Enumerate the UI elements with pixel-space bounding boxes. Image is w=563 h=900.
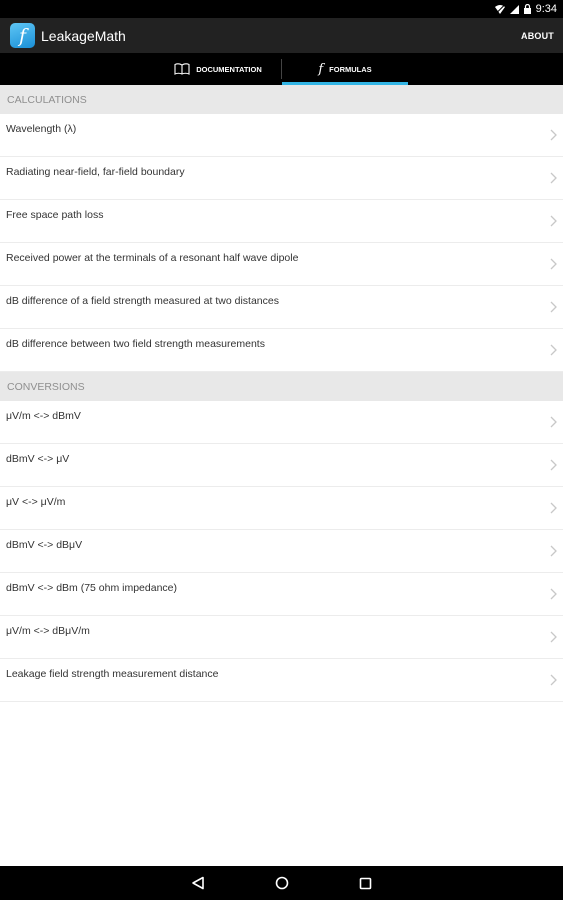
list-item[interactable]: Leakage field strength measurement dista… (0, 659, 563, 702)
list-item[interactable]: Wavelength (λ) (0, 114, 563, 157)
list-item-label: μV <-> μV/m (6, 496, 66, 508)
chevron-right-icon (550, 258, 557, 270)
book-icon (174, 63, 190, 75)
list-item-label: Radiating near-field, far-field boundary (6, 166, 185, 178)
list-item[interactable]: Free space path loss (0, 200, 563, 243)
list-item-label: dBmV <-> dBμV (6, 539, 83, 551)
about-button[interactable]: ABOUT (521, 31, 554, 41)
navigation-bar (0, 866, 563, 900)
wifi-icon (494, 4, 505, 14)
list-item-label: μV/m <-> dBμV/m (6, 625, 90, 637)
app-title: LeakageMath (41, 27, 126, 44)
formula-list: CALCULATIONS Wavelength (λ) Radiating ne… (0, 85, 563, 702)
list-item-label: dBmV <-> μV (6, 453, 70, 465)
list-item-label: Leakage field strength measurement dista… (6, 668, 219, 680)
back-icon[interactable] (191, 876, 205, 890)
section-header-conversions: CONVERSIONS (0, 372, 563, 401)
list-item[interactable]: μV <-> μV/m (0, 487, 563, 530)
list-item[interactable]: Received power at the terminals of a res… (0, 243, 563, 286)
list-item[interactable]: dBmV <-> dBμV (0, 530, 563, 573)
list-item-label: μV/m <-> dBmV (6, 410, 81, 422)
list-item[interactable]: Radiating near-field, far-field boundary (0, 157, 563, 200)
chevron-right-icon (550, 301, 557, 313)
list-item-label: Free space path loss (6, 209, 104, 221)
chevron-right-icon (550, 502, 557, 514)
tab-documentation-label: DOCUMENTATION (196, 64, 262, 74)
recents-icon[interactable] (359, 877, 372, 890)
home-icon[interactable] (275, 876, 289, 890)
chevron-right-icon (550, 674, 557, 686)
chevron-right-icon (550, 631, 557, 643)
lock-icon (523, 4, 531, 14)
chevron-right-icon (550, 129, 557, 141)
section-header-calculations: CALCULATIONS (0, 85, 563, 114)
tab-bar: DOCUMENTATION f FORMULAS (0, 53, 563, 85)
list-item-label: Wavelength (λ) (6, 123, 77, 135)
tab-documentation[interactable]: DOCUMENTATION (155, 53, 281, 85)
list-item-label: dB difference of a field strength measur… (6, 295, 279, 307)
list-item-label: dB difference between two field strength… (6, 338, 265, 350)
list-item[interactable]: μV/m <-> dBmV (0, 401, 563, 444)
chevron-right-icon (550, 545, 557, 557)
tab-formulas-label: FORMULAS (329, 64, 372, 74)
action-bar: f LeakageMath ABOUT (0, 18, 563, 53)
list-item[interactable]: dB difference of a field strength measur… (0, 286, 563, 329)
chevron-right-icon (550, 588, 557, 600)
status-time: 9:34 (535, 3, 557, 15)
chevron-right-icon (550, 416, 557, 428)
list-item[interactable]: dBmV <-> dBm (75 ohm impedance) (0, 573, 563, 616)
chevron-right-icon (550, 215, 557, 227)
status-bar: 9:34 (0, 0, 563, 18)
signal-icon (509, 4, 519, 14)
list-item-label: dBmV <-> dBm (75 ohm impedance) (6, 582, 177, 594)
tab-formulas[interactable]: f FORMULAS (282, 53, 408, 85)
list-item-label: Received power at the terminals of a res… (6, 252, 299, 264)
function-icon: f (318, 61, 324, 77)
list-item[interactable]: μV/m <-> dBμV/m (0, 616, 563, 659)
app-logo-icon: f (10, 23, 35, 48)
list-item[interactable]: dBmV <-> μV (0, 444, 563, 487)
chevron-right-icon (550, 344, 557, 356)
chevron-right-icon (550, 459, 557, 471)
chevron-right-icon (550, 172, 557, 184)
list-item[interactable]: dB difference between two field strength… (0, 329, 563, 372)
